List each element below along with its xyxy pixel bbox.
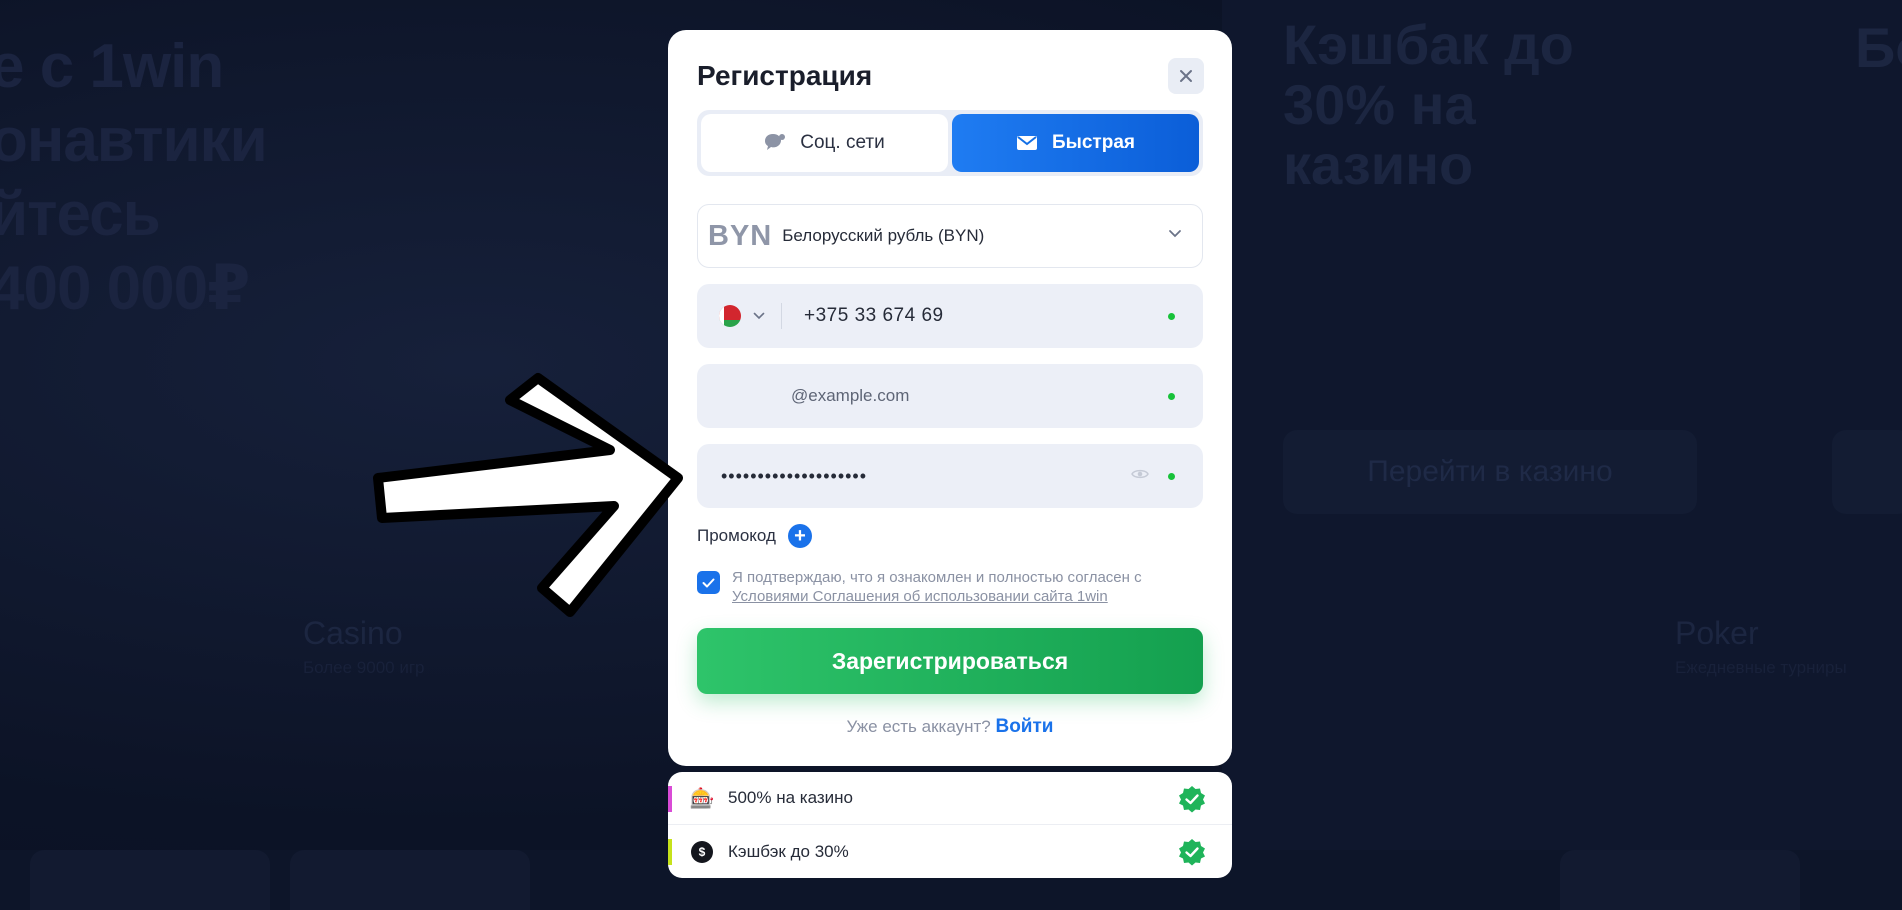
belarus-flag-icon[interactable] [719,305,741,327]
modal-title: Регистрация [697,60,873,91]
currency-select[interactable]: BYN Белорусский рубль (BYN) [697,204,1203,268]
registration-tabs: Соц. сети Быстрая [697,110,1203,176]
registration-modal: Регистрация Соц. сети Быстрая BYN Белору… [668,30,1232,766]
background-poker-sub: Ежедневные турниры [1675,658,1847,677]
bonus-label: 500% на казино [728,788,853,807]
password-valid-indicator [1168,473,1175,480]
currency-code: BYN [708,219,773,252]
chevron-down-icon [1169,230,1181,238]
checkmark-icon [702,578,715,587]
login-prompt-line: Уже есть аккаунт? Войти [668,716,1232,738]
plus-icon[interactable]: + [787,524,812,548]
agreement: Я подтверждаю, что я ознакомлен и полнос… [697,568,1203,606]
phone-separator [781,303,782,329]
background-casino-sub: Более 9000 игр [303,658,425,677]
eye-icon[interactable] [1131,467,1149,481]
tab-social[interactable]: Соц. сети [701,114,948,172]
verified-check-icon [1179,786,1205,813]
agreement-link[interactable]: Условиями Соглашения об использовании са… [732,588,1108,605]
phone-input[interactable]: +375 33 674 69 [804,305,944,327]
login-link[interactable]: Войти [995,716,1053,737]
agreement-text: Я подтверждаю, что я ознакомлен и полнос… [732,569,1142,605]
currency-name: Белорусский рубль (BYN) [782,226,985,245]
background-tile [1560,850,1800,910]
password-field[interactable]: •••••••••••••••••••• [697,444,1203,508]
arrow-pointer-icon [373,373,683,617]
bonus-row-casino: 🎰 500% на казино [668,772,1232,825]
background-poker-label: Poker [1675,615,1759,651]
phone-valid-indicator [1168,313,1175,320]
promo-label: Промокод [697,526,776,545]
tab-fast[interactable]: Быстрая [952,114,1199,172]
email-field[interactable]: @example.com [697,364,1203,428]
chat-bubble-icon [765,134,786,150]
login-prompt: Уже есть аккаунт? [846,717,991,736]
background-right-title: Бо [1855,16,1902,79]
tab-fast-label: Быстрая [1051,132,1135,153]
coin-icon: $ [690,840,714,864]
bonus-panel: 🎰 500% на казино $ Кэшбэк до 30% [668,772,1232,878]
background-side-button [1832,430,1902,514]
register-button[interactable]: Зарегистрироваться [697,628,1203,694]
email-valid-indicator [1168,393,1175,400]
background-tile [290,850,530,910]
background-tile [30,850,270,910]
email-input[interactable]: @example.com [791,386,909,406]
background-cashback-text: Кэшбак до 30% на казино [1283,13,1574,196]
envelope-icon [1016,136,1037,150]
bonus-accent-bar [668,786,672,812]
password-input[interactable]: •••••••••••••••••••• [721,466,867,487]
background-hero-text: е с 1win онавтики йтесь 400 000₽ [0,32,268,323]
bonus-accent-bar [668,839,672,865]
bonus-row-cashback: $ Кэшбэк до 30% [668,825,1232,878]
promo-code-toggle[interactable]: Промокод + [697,524,812,548]
agreement-checkbox[interactable] [697,571,720,594]
close-icon [1180,70,1192,82]
bonus-label: Кэшбэк до 30% [728,841,849,861]
slot-machine-icon: 🎰 [689,787,715,810]
tab-social-label: Соц. сети [800,132,885,153]
verified-check-icon [1179,839,1205,866]
country-chevron-icon[interactable] [753,312,765,320]
close-button[interactable] [1168,58,1204,94]
background-go-casino-button: Перейти в казино [1283,430,1697,514]
phone-field[interactable]: +375 33 674 69 [697,284,1203,348]
